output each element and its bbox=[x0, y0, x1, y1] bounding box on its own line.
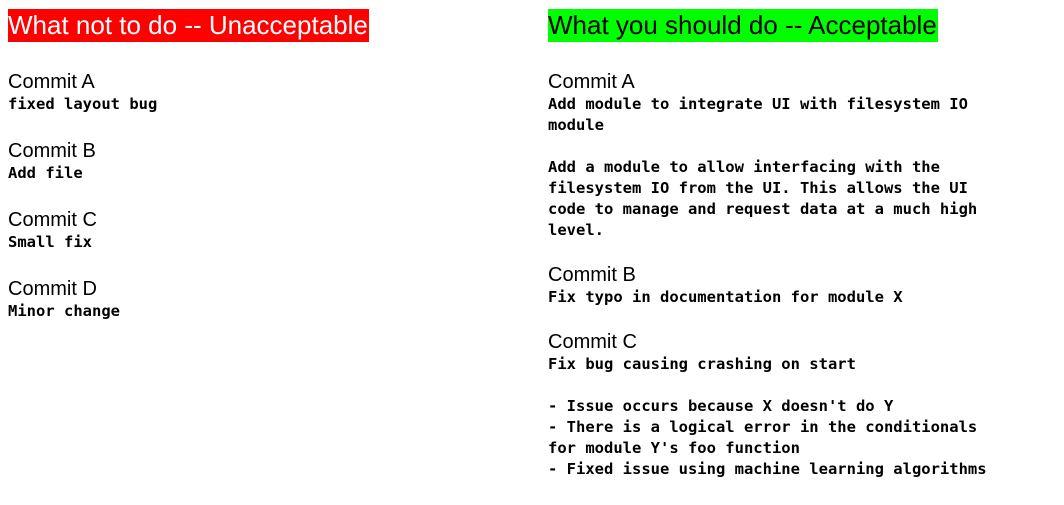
commit-message: fixed layout bug bbox=[8, 95, 158, 113]
commit-item: Commit B Fix typo in documentation for m… bbox=[548, 263, 1060, 308]
commit-message: Fix bug causing crashing on start bbox=[548, 355, 856, 373]
commit-message: Add file bbox=[8, 164, 83, 182]
commit-item: Commit C Fix bug causing crashing on sta… bbox=[548, 330, 1060, 480]
commit-title: Commit C bbox=[548, 331, 637, 353]
commit-message: Minor change bbox=[8, 302, 120, 320]
commit-title: Commit A bbox=[8, 71, 95, 93]
commit-body: Add a module to allow interfacing with t… bbox=[548, 158, 978, 239]
commit-item: Commit D Minor change bbox=[8, 277, 528, 322]
commit-title: Commit A bbox=[548, 71, 635, 93]
commit-body: - Issue occurs because X doesn't do Y - … bbox=[548, 397, 987, 478]
commit-title: Commit D bbox=[8, 278, 97, 300]
commit-message: Fix typo in documentation for module X bbox=[548, 288, 903, 306]
commit-title: Commit C bbox=[8, 209, 97, 231]
commit-title: Commit B bbox=[548, 264, 636, 286]
unacceptable-column: What not to do -- Unacceptable Commit A … bbox=[8, 9, 528, 322]
commit-item: Commit B Add file bbox=[8, 139, 528, 184]
acceptable-column: What you should do -- Acceptable Commit … bbox=[548, 9, 1060, 480]
commit-title: Commit B bbox=[8, 140, 96, 162]
commit-message: Small fix bbox=[8, 233, 92, 251]
acceptable-heading: What you should do -- Acceptable bbox=[548, 9, 938, 42]
commit-item: Commit A fixed layout bug bbox=[8, 70, 528, 115]
unacceptable-heading: What not to do -- Unacceptable bbox=[8, 9, 369, 42]
commit-item: Commit C Small fix bbox=[8, 208, 528, 253]
commit-message: Add module to integrate UI with filesyst… bbox=[548, 95, 968, 134]
commit-item: Commit A Add module to integrate UI with… bbox=[548, 70, 1060, 241]
